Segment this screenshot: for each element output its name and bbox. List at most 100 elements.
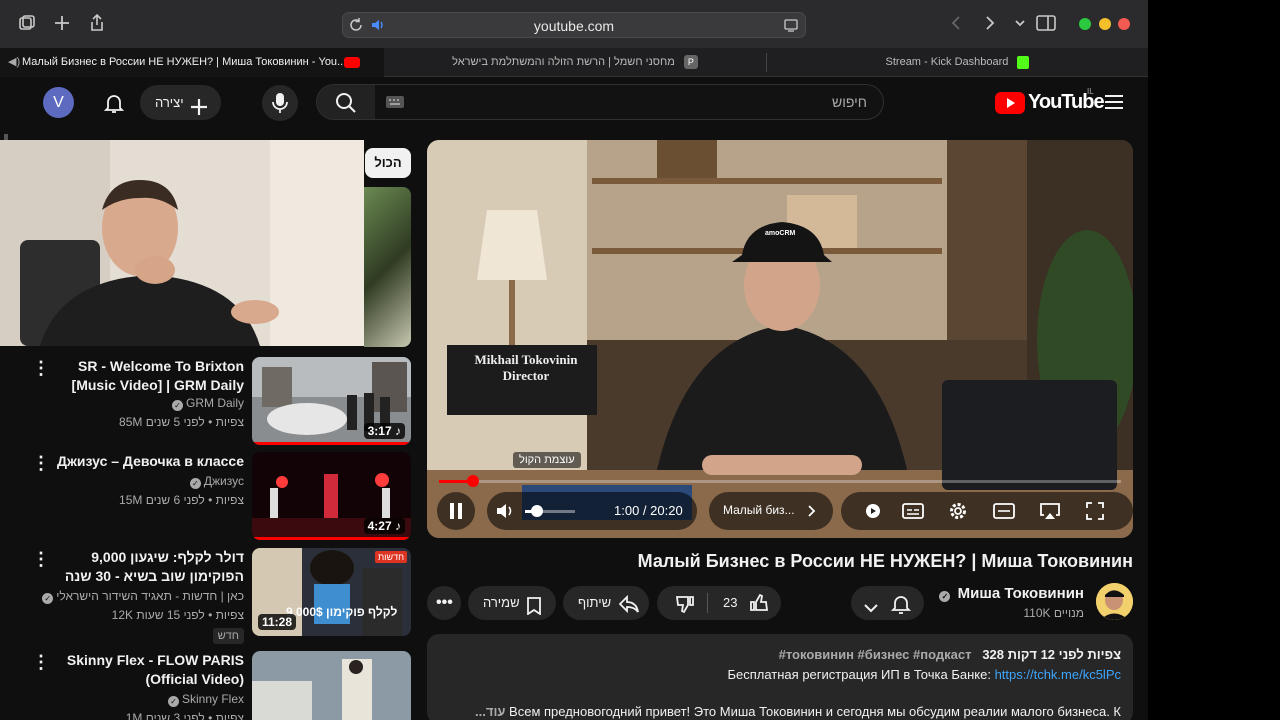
channel-name[interactable]: ✓ GRM Daily [171,396,244,411]
channel-label: GRM Daily [185,396,244,410]
reader-mode-icon[interactable] [783,18,799,37]
video-thumbnail[interactable]: 4:27 ♪ [252,452,411,540]
chip-all[interactable]: הכול [365,148,411,178]
video-thumbnail[interactable]: 3:17 ♪ [252,357,411,445]
save-button[interactable]: שמירה [468,586,556,620]
new-tab-icon[interactable] [52,14,72,34]
chip-thumbnail-image[interactable] [364,187,411,347]
video-thumbnail[interactable]: חדשות 9,000$ לקלף פוקימון 11:28 [252,548,411,636]
like-icon[interactable] [749,592,769,626]
video-title[interactable]: 9,000 דולר לקלף: שיגעון הפוקימון שוב בשי… [44,548,244,588]
forward-icon[interactable] [980,14,1000,34]
sidebar-icon[interactable] [1036,14,1056,34]
channel-avatar[interactable] [1096,583,1133,620]
verified-icon: ✓ [189,478,201,489]
duration-badge: 3:17 ♪ [363,423,405,439]
show-more-link[interactable]: ...עוד [475,704,505,719]
video-meta: 85M צפיות • לפני 5 שנים [119,415,244,429]
more-actions-icon[interactable]: ⋮ [32,550,50,568]
airplay-icon[interactable] [1039,502,1061,525]
address-bar[interactable]: youtube.com [342,12,806,38]
related-video-item[interactable]: ⋮ SR - Welcome To Brixton [Music Video] … [0,357,420,447]
new-badge: חדש [212,628,244,644]
youtube-logo[interactable]: YouTube IL [995,87,1105,116]
video-title[interactable]: SR - Welcome To Brixton [Music Video] | … [44,357,244,395]
share-arrow-icon [618,593,639,627]
chevron-down-icon[interactable] [1010,14,1030,34]
hamburger-menu-icon[interactable] [1104,94,1124,110]
pause-button[interactable] [437,492,475,530]
tab-overview-icon[interactable] [17,14,37,34]
channel-name[interactable]: ✓ Миша Токовинин [939,585,1084,602]
create-button[interactable]: יצירה [140,85,221,120]
tab-kick[interactable]: Stream - Kick Dashboard [767,48,1148,77]
channel-name[interactable]: ✓ Джизус [189,474,244,489]
notification-bell-icon [890,593,912,627]
notifications-bell-icon[interactable] [103,92,125,119]
subtitles-icon[interactable] [902,502,924,525]
watch-progress-bar [252,442,411,445]
volume-icon[interactable] [495,502,515,525]
scrubber-knob[interactable] [467,475,480,487]
video-title[interactable]: Skinny Flex - FLOW PARIS (Official Video… [44,651,244,689]
related-video-item[interactable]: ⋮ 9,000 דולר לקלף: שיגעון הפוקימון שוב ב… [0,548,420,644]
tab-youtube[interactable]: ◀) Малый Бизнес в России НЕ НУЖЕН? | Миш… [0,48,384,77]
dislike-icon[interactable] [675,593,695,627]
related-video-item[interactable]: ⋮ Джизус – Девочка в классе ✓ Джизус 15M … [0,452,420,542]
pause-icon [449,503,463,524]
account-avatar[interactable]: V [43,87,74,118]
channel-name[interactable]: ✓ כאן | חדשות - תאגיד השידור הישראלי [42,589,244,604]
search-button[interactable] [317,85,375,119]
window-zoom-button[interactable] [1079,18,1091,30]
back-icon[interactable] [946,14,966,34]
autoplay-toggle-icon[interactable] [865,503,883,524]
video-title[interactable]: Джизус – Девочка в классе [44,452,244,471]
verified-icon: ✓ [171,400,183,411]
tab-label: Малый Бизнес в России НЕ НУЖЕН? | Миша Т… [22,56,347,68]
voice-search-button[interactable] [262,85,298,121]
kick-favicon-icon [1017,55,1030,69]
description-line: Бесплатная регистрация ИП в Точка Банке:… [727,667,1121,682]
related-video-item[interactable]: ⋮ Skinny Flex - FLOW PARIS (Official Vid… [0,651,420,720]
scene-sign-name: Mikhail Tokovinin [474,352,578,367]
tab-electric[interactable]: מחסני חשמל | הרשת הזולה והמשתלמת בישראל … [385,48,765,77]
more-actions-icon[interactable]: ⋮ [32,359,50,377]
channel-label: כאן | חדשות - תאגיד השידור הישראלי [56,589,244,603]
share-icon[interactable] [87,13,107,34]
window-close-button[interactable] [1118,18,1130,30]
progress-bar[interactable] [439,475,1121,487]
subscribed-button[interactable] [851,586,924,620]
chapter-button[interactable]: Малый биз... [709,492,833,530]
description-box[interactable]: #токовинин #бизнес #подкаст 328 צפיות לפ… [427,634,1133,720]
keyboard-icon[interactable] [385,95,405,114]
description-hashtags[interactable]: #токовинин #бизнес #подкаст [779,647,972,662]
video-thumbnail[interactable] [252,651,411,720]
desktop-background [1148,0,1280,720]
speaker-icon[interactable]: ◀) [8,48,20,77]
volume-knob[interactable] [531,505,543,517]
browser-toolbar: youtube.com [0,0,1148,48]
more-actions-icon[interactable]: ⋮ [32,653,50,671]
more-actions-button[interactable]: ••• [427,586,461,620]
cap-logo: amoCRM [765,230,796,237]
description-link[interactable]: https://tchk.me/kc5lPc [995,667,1121,682]
video-player[interactable]: Mikhail Tokovinin Director amoCRM [427,140,1133,538]
window-minimize-button[interactable] [1099,18,1111,30]
description-stats-line: #токовинин #бизнес #подкаст 328 צפיות לפ… [779,647,1121,662]
search-box[interactable]: חיפוש [316,84,884,120]
chevron-right-icon [807,503,817,524]
theater-mode-icon[interactable] [993,502,1015,525]
description-text: Бесплатная регистрация ИП в Точка Банке: [727,667,995,682]
share-button[interactable]: שיתוף [563,586,649,620]
channel-name[interactable]: ✓ Skinny Flex [167,692,244,707]
like-count: 23 [723,595,738,610]
settings-gear-icon[interactable] [948,501,968,526]
share-label: שיתוף [578,595,612,610]
more-actions-icon[interactable]: ⋮ [32,454,50,472]
youtube-favicon-icon [344,57,360,68]
channel-label: Джизус [203,474,244,488]
description-stats: 328 צפיות לפני 12 דקות [982,647,1121,662]
scene-sign: Mikhail Tokovinin Director [455,352,597,384]
volume-tooltip: עוצמת הקול [513,452,581,468]
fullscreen-icon[interactable] [1085,501,1105,526]
